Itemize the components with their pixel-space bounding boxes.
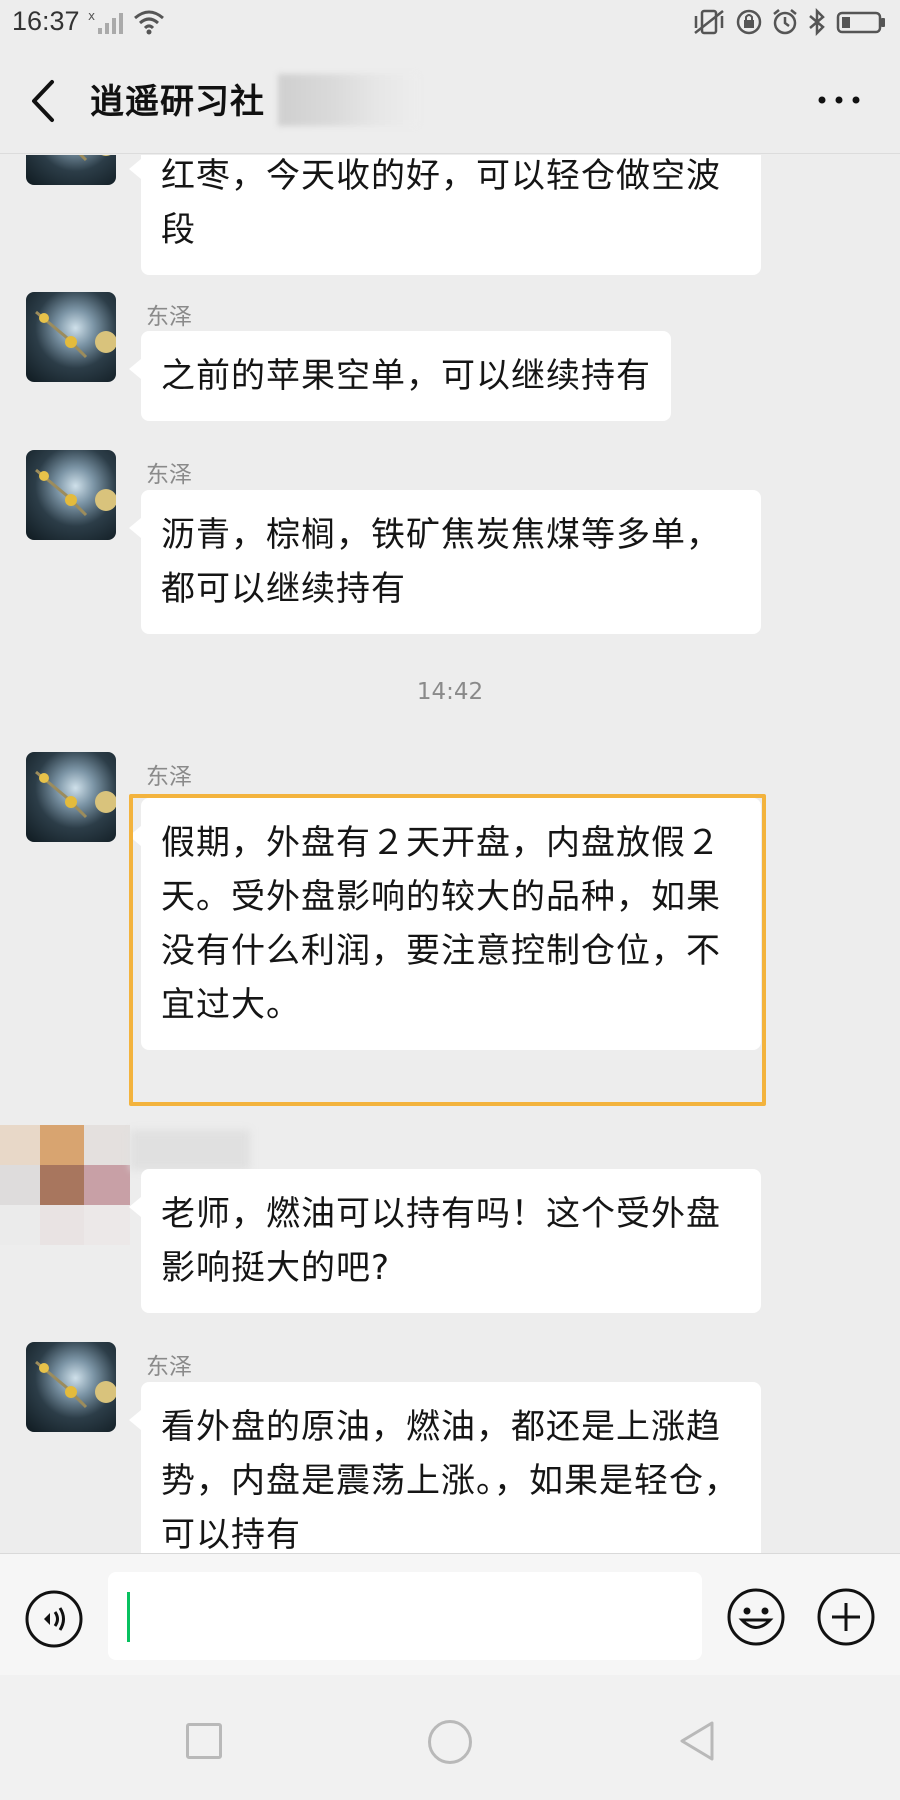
avatar[interactable] [26, 752, 116, 842]
avatar[interactable] [26, 292, 116, 382]
wifi-icon [134, 10, 164, 35]
avatar[interactable] [26, 450, 116, 540]
emoji-icon[interactable] [726, 1587, 786, 1647]
no-sim-icon: x [88, 9, 123, 34]
sender-name: 东泽 [146, 304, 192, 330]
more-horizontal-icon[interactable] [816, 86, 862, 114]
chat-header: 逍遥研习社 [0, 44, 900, 154]
blurred-title-region [278, 74, 418, 126]
message-text: 看外盘的原油，燃油，都还是上涨趋势，内盘是震荡上涨。，如果是轻仓，可以持有 [161, 1407, 739, 1553]
message-list[interactable]: 红枣，今天收的好，可以轻仓做空波段 东泽 之前的苹果空单，可以继续持有 东泽 沥… [0, 155, 900, 1553]
text-caret [127, 1592, 130, 1642]
back-triangle-icon[interactable] [676, 1719, 720, 1763]
vibrate-icon [694, 9, 724, 35]
message-input[interactable] [108, 1572, 702, 1660]
voice-icon[interactable] [24, 1589, 84, 1649]
message-text: 假期，外盘有２天开盘，内盘放假２天。受外盘影响的较大的品种，如果没有什么利润，要… [161, 823, 721, 1025]
message-text: 之前的苹果空单，可以继续持有 [161, 356, 651, 396]
svg-text:x: x [88, 9, 95, 23]
bluetooth-icon [809, 8, 825, 36]
input-bar [0, 1553, 900, 1675]
message-text: 老师，燃油可以持有吗！这个受外盘影响挺大的吧? [161, 1194, 721, 1288]
avatar[interactable] [26, 155, 116, 185]
sender-name: 东泽 [146, 1354, 192, 1380]
home-icon[interactable] [428, 1720, 472, 1764]
lock-rotation-icon [736, 9, 762, 35]
message-text: 红枣，今天收的好，可以轻仓做空波段 [161, 156, 721, 250]
message-bubble[interactable]: 之前的苹果空单，可以继续持有 [129, 331, 671, 421]
alarm-icon [773, 9, 797, 35]
chat-title: 逍遥研习社 [90, 82, 265, 122]
status-time: 16:37 [12, 6, 80, 36]
sender-name: 东泽 [146, 764, 192, 790]
recent-apps-icon[interactable] [186, 1723, 222, 1759]
plus-circle-icon[interactable] [816, 1587, 876, 1647]
message-bubble[interactable]: 老师，燃油可以持有吗！这个受外盘影响挺大的吧? [129, 1169, 761, 1313]
blurred-sender-name [130, 1130, 250, 1170]
message-bubble[interactable]: 沥青，棕榈，铁矿焦炭焦煤等多单，都可以继续持有 [129, 490, 761, 634]
timestamp: 14:42 [416, 679, 484, 705]
message-bubble[interactable]: 红枣，今天收的好，可以轻仓做空波段 [129, 155, 761, 275]
message-bubble[interactable]: 看外盘的原油，燃油，都还是上涨趋势，内盘是震荡上涨。，如果是轻仓，可以持有 [129, 1382, 761, 1553]
avatar[interactable] [0, 1125, 130, 1245]
avatar[interactable] [26, 1342, 116, 1432]
chevron-left-icon[interactable] [26, 78, 62, 124]
battery-icon [836, 11, 885, 34]
message-text: 沥青，棕榈，铁矿焦炭焦煤等多单，都可以继续持有 [161, 515, 721, 609]
message-bubble[interactable]: 假期，外盘有２天开盘，内盘放假２天。受外盘影响的较大的品种，如果没有什么利润，要… [129, 798, 761, 1050]
status-bar: 16:37 x [0, 0, 900, 44]
system-nav-bar [0, 1675, 900, 1800]
sender-name: 东泽 [146, 462, 192, 488]
